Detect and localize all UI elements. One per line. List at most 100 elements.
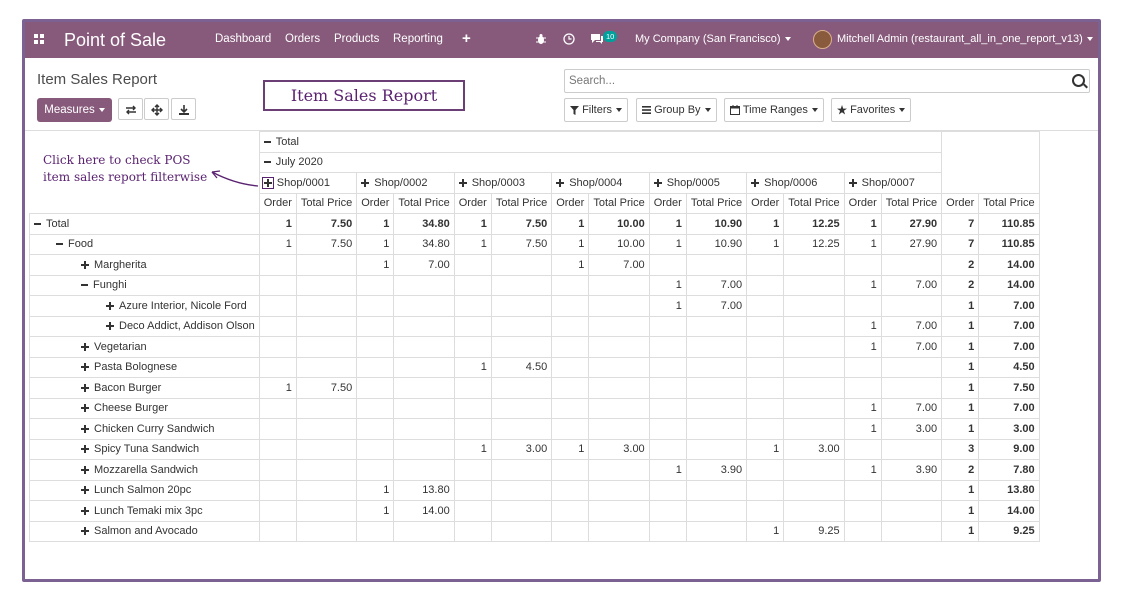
cell-order[interactable]: 1	[356, 213, 395, 235]
cell-price[interactable]	[685, 520, 748, 542]
cell-price[interactable]	[588, 377, 650, 399]
cell-order[interactable]	[258, 274, 297, 296]
cell-order[interactable]	[453, 336, 492, 358]
cell-order[interactable]	[258, 459, 297, 481]
expand-plus-icon[interactable]	[81, 424, 89, 433]
cell-price[interactable]	[393, 356, 455, 378]
measure-price-header[interactable]: Total Price	[978, 192, 1040, 214]
cell-total-price[interactable]: 7.50	[978, 377, 1040, 399]
cell-price[interactable]: 9.25	[783, 520, 845, 542]
menu-orders[interactable]: Orders	[285, 33, 320, 45]
expand-plus-icon[interactable]	[81, 486, 89, 495]
cell-total-order[interactable]: 1	[941, 500, 980, 522]
cell-order[interactable]	[843, 254, 882, 276]
cell-price[interactable]	[783, 459, 845, 481]
messages-icon[interactable]	[590, 33, 604, 45]
cell-price[interactable]	[588, 315, 650, 337]
cell-order[interactable]	[746, 336, 785, 358]
cell-order[interactable]	[746, 397, 785, 419]
expand-plus-icon[interactable]	[81, 465, 89, 474]
cell-price[interactable]	[685, 377, 748, 399]
expand-plus-icon[interactable]	[81, 445, 89, 454]
user-avatar[interactable]	[813, 30, 832, 49]
cell-price[interactable]: 7.00	[588, 254, 650, 276]
cell-price[interactable]	[685, 438, 748, 460]
cell-order[interactable]	[258, 500, 297, 522]
cell-price[interactable]: 7.00	[880, 397, 943, 419]
cell-price[interactable]: 27.90	[880, 213, 943, 235]
cell-price[interactable]	[588, 397, 650, 419]
filters-button[interactable]: Filters	[564, 98, 629, 122]
cell-order[interactable]	[746, 500, 785, 522]
measures-button[interactable]: Measures	[37, 98, 112, 122]
cell-order[interactable]	[258, 254, 297, 276]
debug-bug-icon[interactable]	[535, 33, 547, 45]
cell-order[interactable]	[356, 295, 395, 317]
cell-price[interactable]	[783, 274, 845, 296]
menu-add-icon[interactable]: +	[462, 30, 471, 47]
menu-reporting[interactable]: Reporting	[393, 33, 443, 45]
company-switcher[interactable]: My Company (San Francisco)	[635, 33, 791, 45]
cell-price[interactable]: 7.50	[490, 213, 553, 235]
cell-price[interactable]	[783, 315, 845, 337]
cell-price[interactable]: 7.00	[880, 336, 943, 358]
cell-price[interactable]	[490, 315, 553, 337]
row-header[interactable]: Lunch Salmon 20pc	[29, 479, 260, 501]
cell-order[interactable]: 1	[746, 213, 785, 235]
cell-total-order[interactable]: 1	[941, 295, 980, 317]
cell-order[interactable]	[453, 377, 492, 399]
row-header[interactable]: Total	[29, 213, 260, 235]
row-header[interactable]: Funghi	[29, 274, 260, 296]
measure-order-header[interactable]: Order	[551, 192, 590, 214]
cell-order[interactable]	[453, 479, 492, 501]
favorites-button[interactable]: Favorites	[831, 98, 912, 122]
cell-price[interactable]: 7.00	[880, 274, 943, 296]
cell-order[interactable]	[648, 520, 687, 542]
cell-price[interactable]	[588, 356, 650, 378]
cell-price[interactable]	[588, 274, 650, 296]
cell-price[interactable]: 7.50	[295, 377, 358, 399]
cell-total-price[interactable]: 110.85	[978, 233, 1040, 255]
cell-price[interactable]: 10.00	[588, 213, 650, 235]
cell-order[interactable]	[258, 295, 297, 317]
row-header[interactable]: Lunch Temaki mix 3pc	[29, 500, 260, 522]
col-header-shop[interactable]: Shop/0001	[258, 172, 358, 194]
cell-price[interactable]	[490, 459, 553, 481]
cell-price[interactable]	[880, 438, 943, 460]
row-header[interactable]: Salmon and Avocado	[29, 520, 260, 542]
cell-order[interactable]	[551, 356, 590, 378]
cell-price[interactable]	[295, 459, 358, 481]
collapse-minus-icon[interactable]	[81, 284, 88, 287]
cell-price[interactable]	[490, 520, 553, 542]
cell-price[interactable]: 12.25	[783, 213, 845, 235]
cell-order[interactable]	[356, 274, 395, 296]
cell-order[interactable]	[356, 315, 395, 337]
cell-order[interactable]	[843, 356, 882, 378]
cell-price[interactable]	[783, 377, 845, 399]
cell-total-order[interactable]: 2	[941, 254, 980, 276]
cell-order[interactable]	[551, 520, 590, 542]
download-button[interactable]	[171, 98, 196, 120]
cell-order[interactable]	[356, 520, 395, 542]
cell-order[interactable]	[648, 356, 687, 378]
cell-price[interactable]: 34.80	[393, 233, 455, 255]
cell-order[interactable]	[551, 418, 590, 440]
col-header-shop[interactable]: Shop/0004	[551, 172, 650, 194]
measure-price-header[interactable]: Total Price	[783, 192, 845, 214]
cell-order[interactable]	[453, 459, 492, 481]
expand-plus-icon[interactable]	[81, 506, 89, 515]
measure-order-header[interactable]: Order	[941, 192, 980, 214]
cell-total-price[interactable]: 7.00	[978, 295, 1040, 317]
cell-order[interactable]	[648, 500, 687, 522]
cell-total-order[interactable]: 1	[941, 520, 980, 542]
cell-price[interactable]	[490, 377, 553, 399]
cell-order[interactable]: 1	[551, 254, 590, 276]
cell-price[interactable]: 12.25	[783, 233, 845, 255]
cell-price[interactable]	[393, 459, 455, 481]
cell-price[interactable]	[588, 479, 650, 501]
cell-total-price[interactable]: 14.00	[978, 500, 1040, 522]
activity-clock-icon[interactable]	[563, 33, 575, 45]
cell-order[interactable]	[453, 254, 492, 276]
cell-order[interactable]: 1	[648, 233, 687, 255]
row-header[interactable]: Azure Interior, Nicole Ford	[29, 295, 260, 317]
